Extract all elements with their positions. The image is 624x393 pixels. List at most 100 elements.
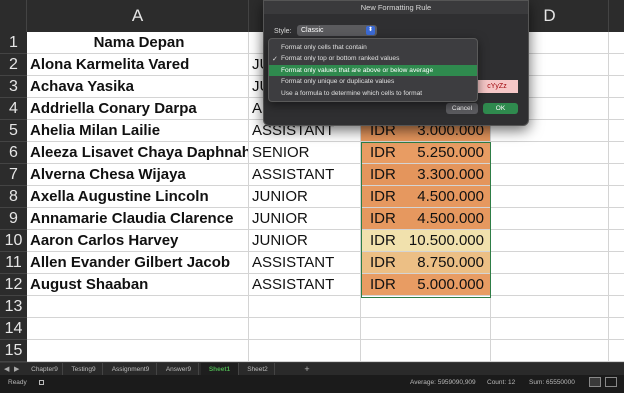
level-cell[interactable]: JUNIOR xyxy=(249,230,361,252)
rule-type-menu-item[interactable]: Format only unique or duplicate values xyxy=(269,76,477,87)
cancel-button[interactable]: Cancel xyxy=(446,103,478,114)
row-header[interactable]: 12 xyxy=(0,274,27,296)
name-cell[interactable]: Ahelia Milan Lailie xyxy=(27,120,249,142)
rule-type-menu[interactable]: Format only cells that contain ✓ Format on… xyxy=(268,38,478,102)
name-cell[interactable]: Allen Evander Gilbert Jacob xyxy=(27,252,249,274)
level-cell[interactable] xyxy=(249,318,361,340)
level-cell[interactable]: JUNIOR xyxy=(249,208,361,230)
row-header[interactable]: 1 xyxy=(0,32,27,54)
empty-cell[interactable] xyxy=(609,274,624,296)
ok-button[interactable]: OK xyxy=(483,103,518,114)
rule-type-menu-item[interactable]: ✓ Format only top or bottom ranked values xyxy=(269,53,477,64)
empty-cell[interactable] xyxy=(491,318,609,340)
level-cell[interactable] xyxy=(249,296,361,318)
empty-cell[interactable] xyxy=(491,230,609,252)
sheet-tab[interactable]: Answer9 xyxy=(159,363,199,375)
empty-cell[interactable] xyxy=(609,208,624,230)
salary-cell[interactable] xyxy=(361,318,491,340)
name-cell[interactable]: Alona Karmelita Vared xyxy=(27,54,249,76)
column-header-a[interactable]: A xyxy=(27,0,249,32)
tab-scroll-left-icon[interactable]: ◀ xyxy=(4,363,9,375)
row-header[interactable]: 5 xyxy=(0,120,27,142)
level-cell[interactable]: ASSISTANT xyxy=(249,274,361,296)
name-cell[interactable]: Alverna Chesa Wijaya xyxy=(27,164,249,186)
empty-cell[interactable] xyxy=(491,142,609,164)
salary-cell[interactable] xyxy=(361,296,491,318)
empty-cell[interactable] xyxy=(609,318,624,340)
name-cell[interactable]: Achava Yasika xyxy=(27,76,249,98)
salary-cell[interactable]: IDR 10.500.000 xyxy=(361,230,491,252)
empty-cell[interactable] xyxy=(491,274,609,296)
rule-type-menu-item[interactable]: Use a formula to determine which cells t… xyxy=(269,88,477,99)
row-header[interactable]: 6 xyxy=(0,142,27,164)
name-cell[interactable]: Aaron Carlos Harvey xyxy=(27,230,249,252)
empty-cell[interactable] xyxy=(491,296,609,318)
name-cell[interactable]: August Shaaban xyxy=(27,274,249,296)
empty-cell[interactable] xyxy=(609,340,624,362)
empty-cell[interactable] xyxy=(491,252,609,274)
rule-type-menu-item[interactable]: Format only values that are above or bel… xyxy=(269,64,477,76)
empty-cell[interactable] xyxy=(491,208,609,230)
row-header[interactable]: 10 xyxy=(0,230,27,252)
row-header[interactable]: 15 xyxy=(0,340,27,362)
salary-cell[interactable]: IDR 5.250.000 xyxy=(361,142,491,164)
normal-view-icon[interactable] xyxy=(589,377,601,387)
level-cell[interactable]: ASSISTANT xyxy=(249,252,361,274)
empty-cell[interactable] xyxy=(609,252,624,274)
row-header[interactable]: 11 xyxy=(0,252,27,274)
name-cell[interactable]: Aleeza Lisavet Chaya Daphnah xyxy=(27,142,249,164)
page-layout-view-icon[interactable] xyxy=(605,377,617,387)
empty-cell[interactable] xyxy=(609,164,624,186)
salary-cell[interactable]: IDR 4.500.000 xyxy=(361,208,491,230)
empty-cell[interactable] xyxy=(609,76,624,98)
empty-cell[interactable] xyxy=(609,54,624,76)
row-header[interactable]: 14 xyxy=(0,318,27,340)
rule-type-menu-item[interactable]: Format only cells that contain xyxy=(269,42,477,53)
empty-cell[interactable] xyxy=(609,120,624,142)
empty-cell[interactable] xyxy=(491,164,609,186)
sheet-tab[interactable]: Assignment9 xyxy=(105,363,157,375)
row-header[interactable]: 9 xyxy=(0,208,27,230)
salary-cell[interactable]: IDR 3.300.000 xyxy=(361,164,491,186)
macro-record-icon[interactable] xyxy=(39,380,44,385)
empty-cell[interactable] xyxy=(609,296,624,318)
sheet-tab[interactable]: Chapter9 xyxy=(27,363,63,375)
sheet-tab[interactable]: Testing9 xyxy=(65,363,103,375)
salary-cell[interactable]: IDR 4.500.000 xyxy=(361,186,491,208)
tab-scroll-right-icon[interactable]: ▶ xyxy=(14,363,19,375)
name-cell[interactable] xyxy=(27,296,249,318)
level-cell[interactable] xyxy=(249,340,361,362)
level-cell[interactable]: JUNIOR xyxy=(249,186,361,208)
sheet-tab[interactable]: Sheet1 xyxy=(201,363,239,375)
level-cell[interactable]: ASSISTANT xyxy=(249,164,361,186)
row-header[interactable]: 4 xyxy=(0,98,27,120)
empty-cell[interactable] xyxy=(609,230,624,252)
empty-cell[interactable] xyxy=(609,32,624,54)
name-cell[interactable]: Addriella Conary Darpa xyxy=(27,98,249,120)
row-header[interactable]: 13 xyxy=(0,296,27,318)
select-all-corner[interactable] xyxy=(0,0,27,32)
sheet-tab[interactable]: Sheet2 xyxy=(241,363,275,375)
header-cell-nama-depan[interactable]: Nama Depan xyxy=(27,32,249,54)
row-header[interactable]: 7 xyxy=(0,164,27,186)
level-cell[interactable]: SENIOR xyxy=(249,142,361,164)
empty-cell[interactable] xyxy=(609,186,624,208)
add-sheet-button[interactable]: + xyxy=(300,363,314,375)
salary-cell[interactable]: IDR 8.750.000 xyxy=(361,252,491,274)
salary-cell[interactable]: IDR 5.000.000 xyxy=(361,274,491,296)
row-header[interactable]: 2 xyxy=(0,54,27,76)
column-header-e[interactable] xyxy=(609,0,624,32)
empty-cell[interactable] xyxy=(491,340,609,362)
style-select[interactable]: Classic ⬍ xyxy=(297,25,377,36)
name-cell[interactable]: Axella Augustine Lincoln xyxy=(27,186,249,208)
salary-cell[interactable] xyxy=(361,340,491,362)
empty-cell[interactable] xyxy=(609,142,624,164)
name-cell[interactable] xyxy=(27,340,249,362)
empty-cell[interactable] xyxy=(491,186,609,208)
name-cell[interactable]: Annamarie Claudia Clarence xyxy=(27,208,249,230)
empty-cell[interactable] xyxy=(609,98,624,120)
name-cell[interactable] xyxy=(27,318,249,340)
row-header[interactable]: 3 xyxy=(0,76,27,98)
row-header[interactable]: 8 xyxy=(0,186,27,208)
amount-value: 4.500.000 xyxy=(417,188,484,205)
